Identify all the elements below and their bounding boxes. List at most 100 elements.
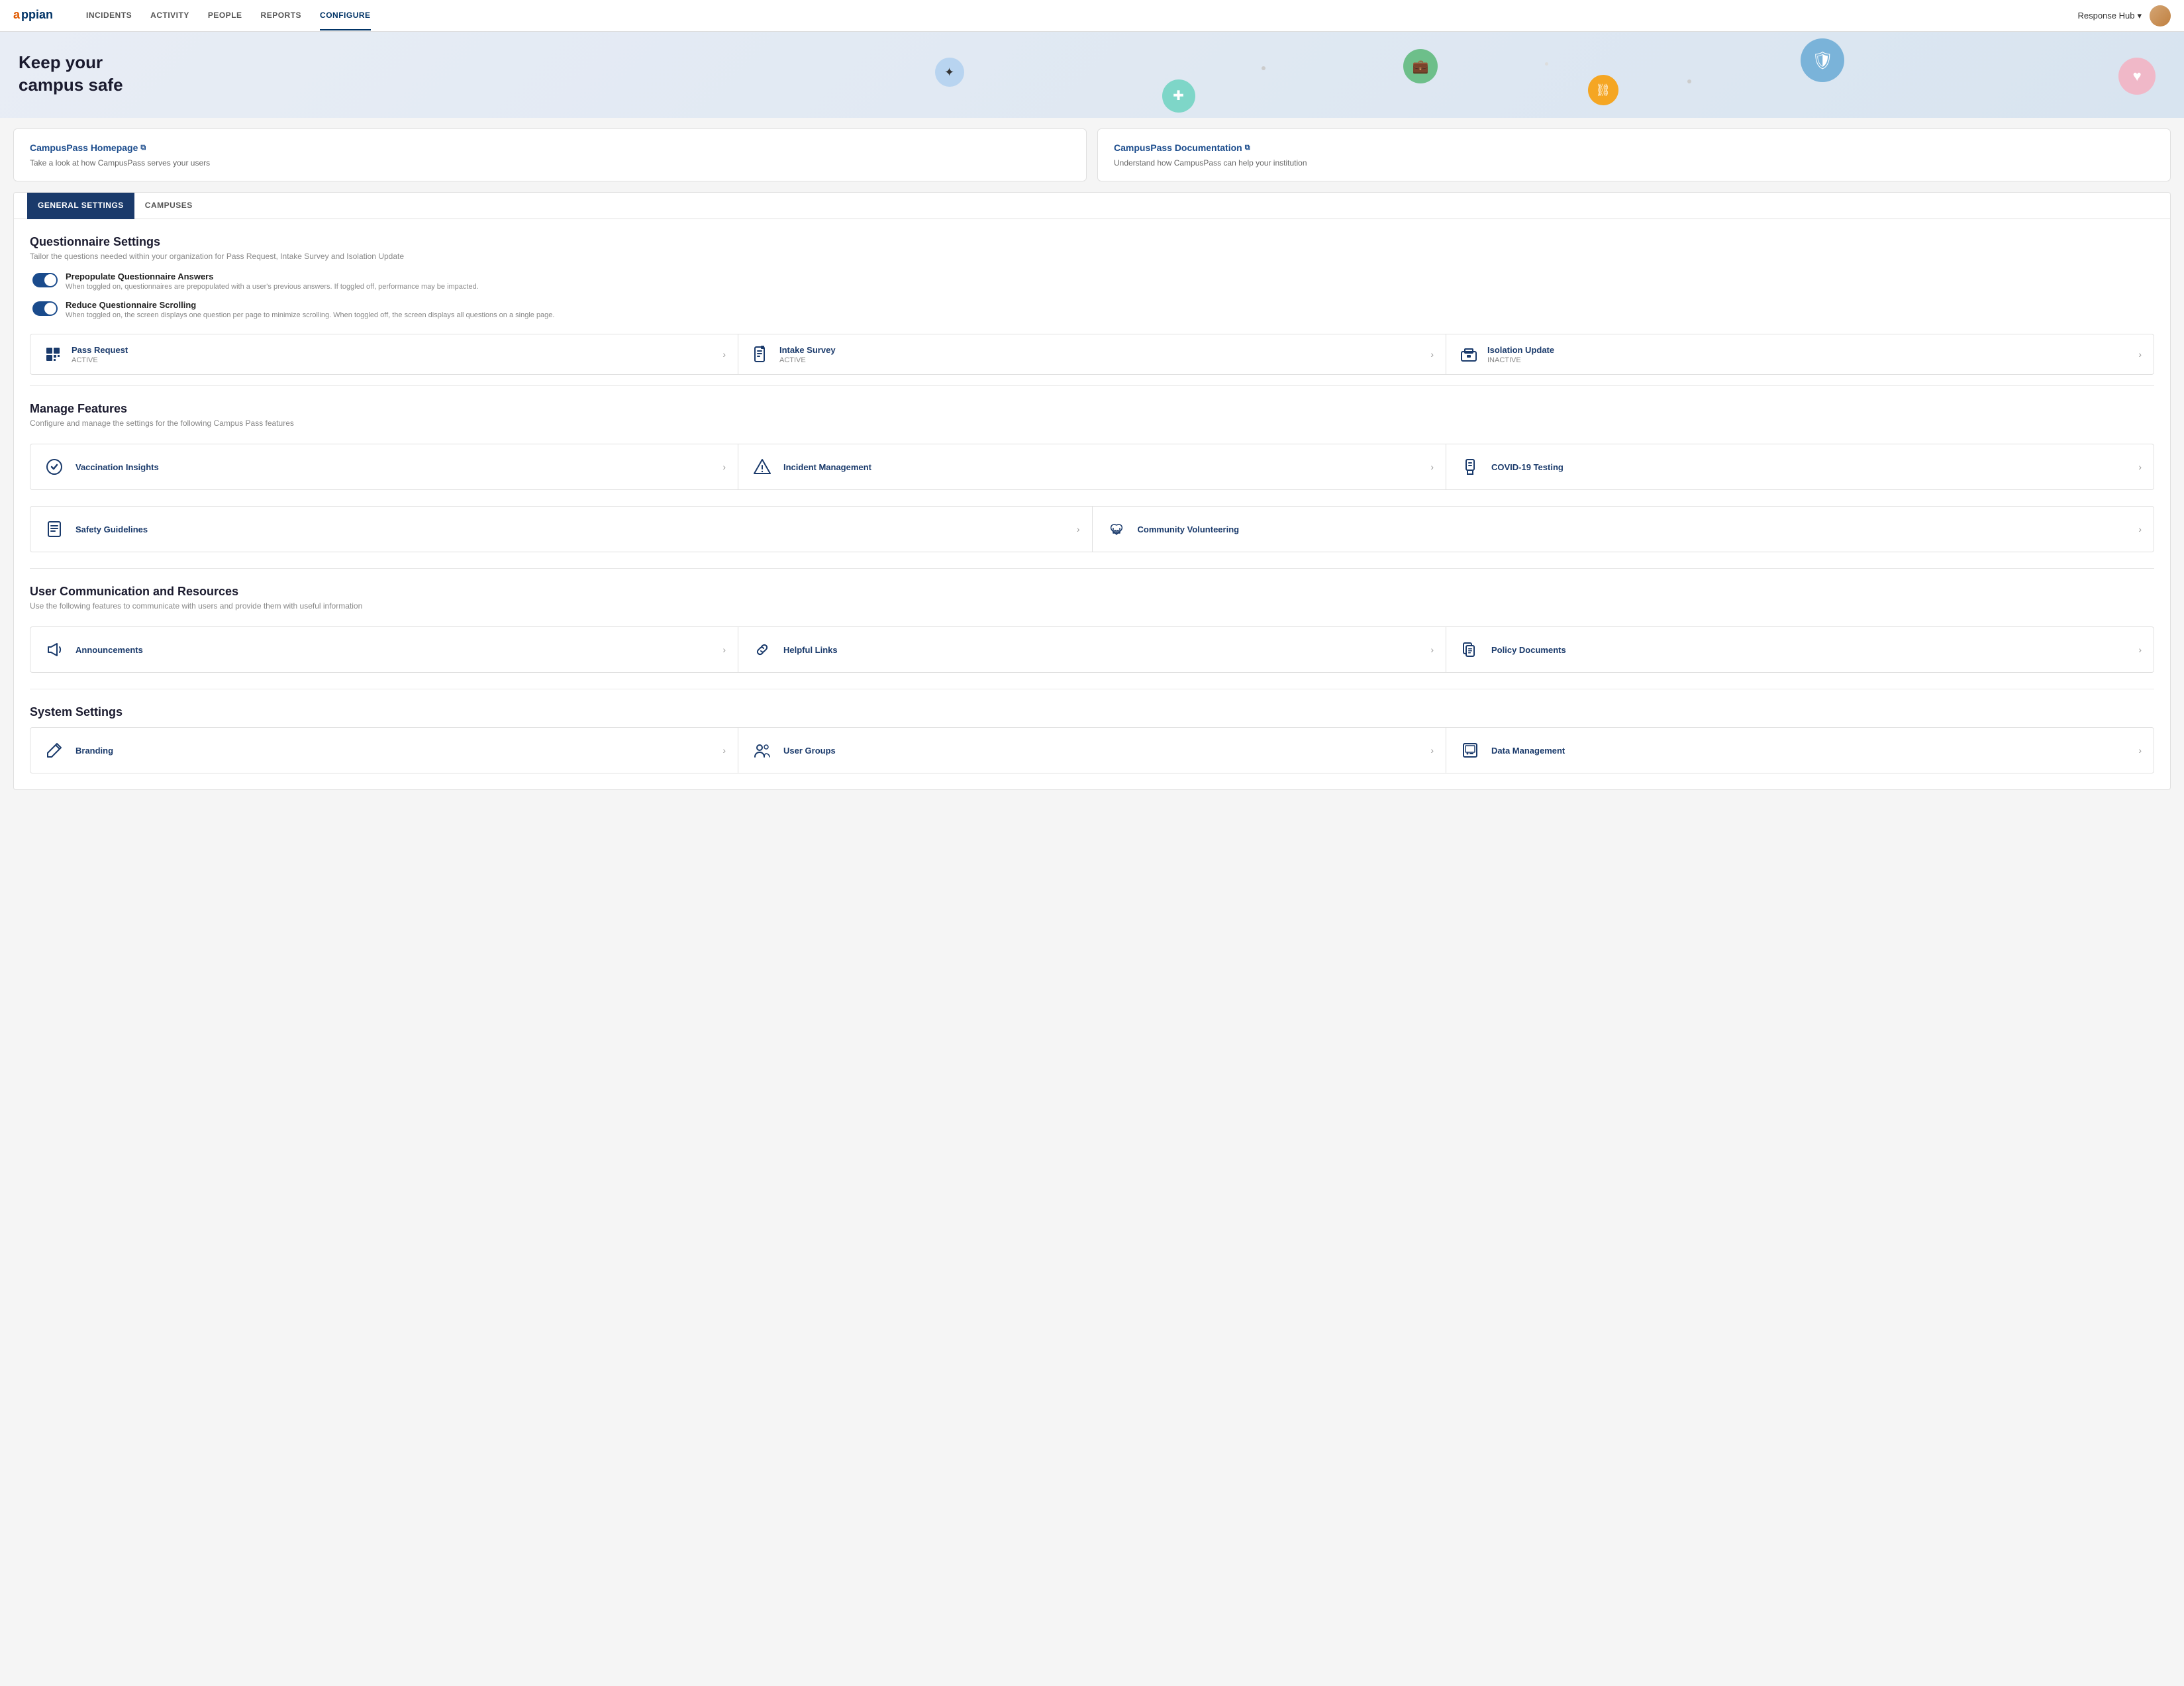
vaccination-icon (42, 455, 66, 479)
svg-text:ppian: ppian (21, 8, 53, 21)
branding-label: Branding (75, 746, 713, 756)
info-card-homepage[interactable]: CampusPass Homepage ⧉ Take a look at how… (13, 128, 1087, 181)
intake-survey-icon (750, 344, 771, 365)
pass-request-status: ACTIVE (72, 356, 715, 364)
user-communication-title: User Communication and Resources (30, 585, 2154, 599)
avatar[interactable] (2150, 5, 2171, 26)
tab-general-settings[interactable]: GENERAL SETTINGS (27, 193, 134, 219)
questionnaire-title: Questionnaire Settings (30, 235, 2154, 249)
isolation-update-icon (1458, 344, 1479, 365)
info-card-docs-desc: Understand how CampusPass can help your … (1114, 158, 2154, 168)
announcements-chevron: › (722, 644, 726, 655)
safety-guidelines-chevron: › (1077, 524, 1080, 534)
isolation-update-status: INACTIVE (1487, 356, 2130, 364)
nav-configure[interactable]: CONFIGURE (320, 1, 371, 30)
feature-policy-documents[interactable]: Policy Documents › (1446, 627, 2154, 672)
nav-incidents[interactable]: INCIDENTS (86, 1, 132, 30)
manage-features-grid-bottom: Safety Guidelines › Community Volunteeri… (30, 506, 2154, 552)
pass-request-icon (42, 344, 64, 365)
hero-banner: Keep your campus safe ✦ ✚ 💼 ⛓ 🛡 ♥ (0, 32, 2184, 118)
toggle-prepopulate-switch[interactable] (32, 273, 58, 287)
questionnaire-desc: Tailor the questions needed within your … (30, 252, 2154, 261)
pass-request-chevron: › (722, 349, 726, 360)
covid-testing-label: COVID-19 Testing (1491, 462, 2129, 472)
navbar: a ppian INCIDENTS ACTIVITY PEOPLE REPORT… (0, 0, 2184, 32)
feature-helpful-links[interactable]: Helpful Links › (738, 627, 1446, 672)
user-communication-grid: Announcements › Helpful Links › (30, 626, 2154, 673)
feature-vaccination-insights[interactable]: Vaccination Insights › (30, 444, 738, 489)
incident-icon (750, 455, 774, 479)
questionnaire-cards: Pass Request ACTIVE › Intake Survey ACTI… (30, 334, 2154, 375)
feature-incident-management[interactable]: Incident Management › (738, 444, 1446, 489)
incident-management-chevron: › (1430, 462, 1434, 472)
user-communication-section: User Communication and Resources Use the… (14, 569, 2170, 626)
covid-testing-icon (1458, 455, 1482, 479)
tab-campuses[interactable]: CAMPUSES (134, 193, 203, 219)
feature-data-management[interactable]: Data Management › (1446, 728, 2154, 773)
feature-user-groups[interactable]: User Groups › (738, 728, 1446, 773)
svg-text:a: a (13, 8, 21, 21)
quest-card-intake-survey[interactable]: Intake Survey ACTIVE › (738, 334, 1446, 374)
toggle-reduce-scrolling: Reduce Questionnaire Scrolling When togg… (30, 300, 2154, 319)
user-communication-desc: Use the following features to communicat… (30, 601, 2154, 611)
intake-survey-chevron: › (1430, 349, 1434, 360)
helpful-links-label: Helpful Links (783, 645, 1421, 655)
isolation-update-chevron: › (2138, 349, 2142, 360)
quest-card-pass-request[interactable]: Pass Request ACTIVE › (30, 334, 738, 374)
toggle-scrolling-switch[interactable] (32, 301, 58, 316)
helpful-links-chevron: › (1430, 644, 1434, 655)
policy-documents-icon (1458, 638, 1482, 662)
manage-features-section: Manage Features Configure and manage the… (14, 386, 2170, 444)
intake-survey-name: Intake Survey (779, 345, 1422, 355)
app-logo[interactable]: a ppian (13, 7, 66, 25)
manage-features-grid-top: Vaccination Insights › Incident Manageme… (30, 444, 2154, 490)
toggle-prepopulate-label: Prepopulate Questionnaire Answers (66, 272, 479, 281)
system-settings-title: System Settings (30, 705, 2154, 719)
system-settings-grid: Branding › User Groups › (30, 727, 2154, 773)
hero-title: Keep your campus safe (19, 52, 2165, 97)
toggle-prepopulate-desc: When toggled on, questionnaires are prep… (66, 283, 479, 291)
data-management-label: Data Management (1491, 746, 2129, 756)
feature-covid-testing[interactable]: COVID-19 Testing › (1446, 444, 2154, 489)
nav-activity[interactable]: ACTIVITY (150, 1, 189, 30)
nav-reports[interactable]: REPORTS (261, 1, 302, 30)
pass-request-name: Pass Request (72, 345, 715, 355)
community-volunteering-chevron: › (2138, 524, 2142, 534)
nav-right: Response Hub ▾ (2077, 5, 2171, 26)
response-hub-button[interactable]: Response Hub ▾ (2077, 11, 2142, 21)
isolation-update-name: Isolation Update (1487, 345, 2130, 355)
user-groups-chevron: › (1430, 745, 1434, 756)
safety-guidelines-icon (42, 517, 66, 541)
policy-documents-label: Policy Documents (1491, 645, 2129, 655)
feature-announcements[interactable]: Announcements › (30, 627, 738, 672)
info-card-documentation[interactable]: CampusPass Documentation ⧉ Understand ho… (1097, 128, 2171, 181)
community-volunteering-label: Community Volunteering (1138, 524, 2130, 534)
data-management-icon (1458, 738, 1482, 762)
toggle-scrolling-desc: When toggled on, the screen displays one… (66, 311, 554, 319)
intake-survey-status: ACTIVE (779, 356, 1422, 364)
feature-branding[interactable]: Branding › (30, 728, 738, 773)
nav-people[interactable]: PEOPLE (208, 1, 242, 30)
feature-community-volunteering[interactable]: Community Volunteering › (1093, 507, 2154, 552)
user-groups-icon (750, 738, 774, 762)
vaccination-insights-chevron: › (722, 462, 726, 472)
incident-management-label: Incident Management (783, 462, 1421, 472)
manage-features-desc: Configure and manage the settings for th… (30, 419, 2154, 428)
toggle-scrolling-label: Reduce Questionnaire Scrolling (66, 300, 554, 310)
covid-testing-chevron: › (2138, 462, 2142, 472)
user-groups-label: User Groups (783, 746, 1421, 756)
info-cards: CampusPass Homepage ⧉ Take a look at how… (0, 118, 2184, 192)
info-card-homepage-desc: Take a look at how CampusPass serves you… (30, 158, 1070, 168)
quest-card-isolation-update[interactable]: Isolation Update INACTIVE › (1446, 334, 2154, 374)
data-management-chevron: › (2138, 745, 2142, 756)
external-link-icon-homepage: ⧉ (140, 144, 146, 152)
external-link-icon-docs: ⧉ (1245, 144, 1250, 152)
main-panel: GENERAL SETTINGS CAMPUSES Questionnaire … (13, 192, 2171, 790)
toggle-prepopulate: Prepopulate Questionnaire Answers When t… (30, 272, 2154, 291)
branding-chevron: › (722, 745, 726, 756)
helpful-links-icon (750, 638, 774, 662)
feature-safety-guidelines[interactable]: Safety Guidelines › (30, 507, 1092, 552)
announcements-label: Announcements (75, 645, 713, 655)
nav-links: INCIDENTS ACTIVITY PEOPLE REPORTS CONFIG… (86, 1, 2077, 30)
policy-documents-chevron: › (2138, 644, 2142, 655)
